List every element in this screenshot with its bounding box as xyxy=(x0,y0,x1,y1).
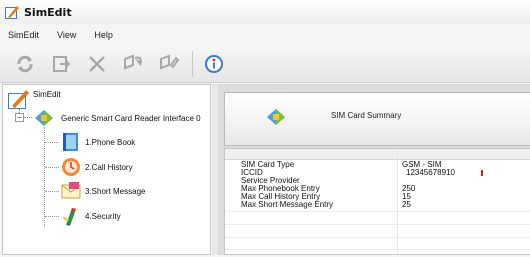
summary-panel: SIM Card Summary SIM Card Type GSM - SIM… xyxy=(218,84,530,256)
read-card-button[interactable] xyxy=(120,50,146,78)
tree-connector xyxy=(45,142,59,143)
tree-collapse-toggle[interactable]: − xyxy=(15,113,24,122)
security-icon xyxy=(60,205,82,229)
info-icon xyxy=(205,54,223,73)
grid-line xyxy=(225,249,530,250)
export-icon xyxy=(53,55,71,72)
toolbar xyxy=(0,45,530,83)
tree-reader-label[interactable]: Generic Smart Card Reader Interface 0 xyxy=(61,114,201,123)
table-header xyxy=(225,149,530,160)
tree-connector xyxy=(45,216,59,217)
window-title: SimEdit xyxy=(24,5,72,19)
write-card-button[interactable] xyxy=(156,50,182,78)
sim-card-icon xyxy=(265,107,287,129)
simedit-logo-icon xyxy=(4,4,20,20)
info-button[interactable] xyxy=(201,50,227,78)
simedit-root-icon xyxy=(8,90,29,109)
tree-item-security[interactable]: 4.Security xyxy=(85,212,121,221)
read-card-icon xyxy=(124,54,143,69)
menu-bar: SimEdit View Help xyxy=(0,26,530,43)
delete-icon xyxy=(89,55,105,72)
tree-connector xyxy=(45,191,59,192)
tree-connector xyxy=(24,117,32,118)
row-value: 25 xyxy=(402,200,411,209)
tree-item-short-message[interactable]: 3.Short Message xyxy=(85,187,145,196)
grid-line xyxy=(225,224,530,225)
tree-root-label[interactable]: SimEdit xyxy=(33,90,61,99)
export-button[interactable] xyxy=(48,50,74,78)
refresh-icon xyxy=(17,55,33,72)
summary-header: SIM Card Summary xyxy=(224,92,530,146)
refresh-button[interactable] xyxy=(12,50,38,78)
grid-line xyxy=(225,211,530,212)
tree-item-phone-book[interactable]: 1.Phone Book xyxy=(85,138,135,147)
tree-connector xyxy=(45,167,59,168)
table-row[interactable]: Max Short Message Entry 25 xyxy=(225,201,530,209)
menu-help[interactable]: Help xyxy=(94,30,113,40)
menu-view[interactable]: View xyxy=(57,30,76,40)
short-message-icon xyxy=(60,180,82,204)
tree-item-call-history[interactable]: 2.Call History xyxy=(85,163,133,172)
write-card-icon xyxy=(160,54,180,69)
summary-title: SIM Card Summary xyxy=(331,111,402,120)
row-key: Max Short Message Entry xyxy=(241,200,334,209)
toolbar-separator xyxy=(192,50,193,77)
summary-table: SIM Card Type GSM - SIM ICCID 1234567891… xyxy=(224,148,530,256)
row-value: 12345678910 xyxy=(406,168,455,177)
call-history-icon xyxy=(60,156,82,180)
table-row[interactable]: SIM Card Type GSM - SIM xyxy=(225,161,530,169)
phone-book-icon xyxy=(60,131,82,155)
title-bar: SimEdit xyxy=(0,0,530,24)
grid-line xyxy=(225,237,530,238)
delete-button[interactable] xyxy=(84,50,110,78)
device-tree: SimEdit − Generic Smart Card Reader Inte… xyxy=(2,84,211,255)
cursor-marker xyxy=(481,170,483,176)
menu-simedit[interactable]: SimEdit xyxy=(8,30,39,40)
